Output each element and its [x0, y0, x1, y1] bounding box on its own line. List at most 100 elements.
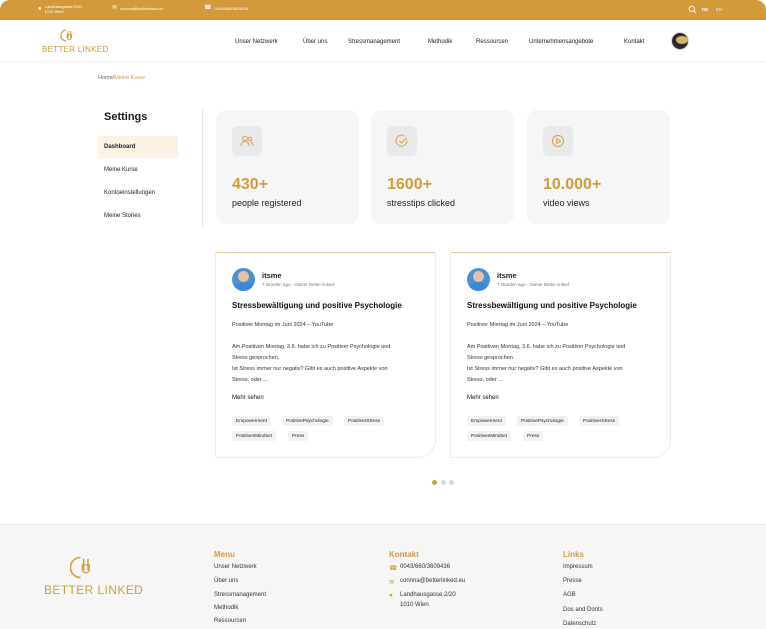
sidebar-item-dashboard[interactable]: Dashboard: [98, 136, 178, 158]
breadcrumb-current: Meine Kurse: [114, 75, 146, 81]
post-author[interactable]: itsme: [262, 271, 282, 280]
post-title[interactable]: Stressbewältigung und positive Psycholog…: [467, 301, 637, 310]
sidebar-item-label: Meine Kurse: [104, 167, 138, 173]
stat-card-stresstips: 1600+ stresstips clicked: [371, 110, 514, 224]
post-body-line: Stress gesprochen.: [232, 355, 280, 361]
nav-methodik[interactable]: Methodik: [428, 39, 452, 45]
phone-icon: ☎: [204, 5, 212, 11]
stat-label: video views: [543, 198, 590, 208]
sidebar-item-kontoeinstellungen[interactable]: Konto­einstellungen: [98, 182, 178, 204]
users-icon: [232, 126, 262, 156]
nav-unternehmensangebote[interactable]: Unternehmensangebote: [529, 39, 593, 45]
nav-kontakt[interactable]: Kontakt: [624, 39, 644, 45]
stat-value: 10.000+: [543, 176, 602, 193]
footer-logo[interactable]: BETTER LINKED: [44, 555, 143, 605]
lang-de-toggle[interactable]: DE: [702, 7, 708, 12]
footer-link[interactable]: Dos and Donts: [563, 607, 603, 613]
topbar-email-link[interactable]: ✉ corinna@betterlinked.eu: [112, 5, 163, 11]
footer-phone[interactable]: ☎ 0043/660/3609436: [389, 564, 450, 572]
mail-icon: ✉: [389, 579, 395, 586]
post-body-line: Stress, oder ...: [467, 377, 503, 383]
topbar-address: ● Landhausgasse 2/20 1010 Wien: [38, 4, 82, 14]
topbar-phone: 0043/660/3609436: [214, 5, 248, 11]
author-avatar: [232, 268, 255, 291]
sidebar-item-meine-kurse[interactable]: Meine Kurse: [98, 159, 178, 181]
logo[interactable]: BETTER LINKED: [42, 28, 108, 56]
author-avatar: [467, 268, 490, 291]
post-body-line: Stress, oder ...: [232, 377, 268, 383]
lang-en-toggle[interactable]: EN: [716, 7, 722, 12]
topbar-phone-link[interactable]: ☎ 0043/660/3609436: [204, 5, 248, 11]
nav-ueber-uns[interactable]: Über uns: [303, 39, 327, 45]
post-body-line: Am Positiven Montag, 3.6. habe ich zu Po…: [467, 344, 626, 350]
settings-title: Settings: [104, 111, 148, 123]
post-author[interactable]: itsme: [497, 271, 517, 280]
footer-menu-link[interactable]: Stressmanagement: [214, 592, 266, 598]
sidebar-item-label: Dashboard: [104, 144, 136, 150]
more-link[interactable]: Mehr sehen: [467, 395, 499, 401]
post-body-line: Am Positiven Montag, 3.6. habe ich zu Po…: [232, 344, 391, 350]
footer-menu-link[interactable]: Unser Netzwerk: [214, 564, 257, 570]
footer: BETTER LINKED Menu Unser Netzwerk Über u…: [0, 524, 766, 629]
stat-value: 430+: [232, 176, 269, 193]
topbar-address-line2: 1010 Wien: [44, 9, 64, 14]
footer-phone-text: 0043/660/3609436: [400, 564, 451, 570]
post-subtitle: Positiver Montag im Juni 2024 – YouTube: [467, 322, 569, 328]
tag[interactable]: Press: [523, 431, 544, 441]
nav-stressmanagement[interactable]: Stressmanagement: [348, 39, 400, 45]
footer-link[interactable]: Datenschutz: [563, 621, 596, 627]
footer-links-title: Links: [563, 550, 584, 559]
stat-label: stresstips clicked: [387, 198, 456, 208]
location-pin-icon: ●: [389, 592, 393, 599]
footer-link[interactable]: AGB: [563, 592, 576, 598]
post-subtitle: Positiver Montag im Juni 2024 – YouTube: [232, 322, 334, 328]
stat-card-registered: 430+ people registered: [216, 110, 359, 224]
footer-menu-link[interactable]: Über uns: [214, 578, 238, 584]
stat-card-video-views: 10.000+ video views: [527, 110, 670, 224]
carousel-dot-1[interactable]: [432, 480, 437, 485]
footer-contact-title: Kontakt: [389, 550, 419, 559]
post-meta: 7 stunden ago - Owner Better linked: [497, 282, 570, 287]
phone-icon: ☎: [389, 565, 398, 572]
footer-address: ● Landhausgasse 2/20 1010 Wien: [389, 592, 456, 610]
tag[interactable]: PositiverStress: [344, 416, 384, 426]
nav-ressourcen[interactable]: Ressourcen: [476, 39, 508, 45]
tag[interactable]: Empowerment: [467, 416, 506, 426]
post-meta: 7 stunden ago - Owner Better linked: [262, 282, 335, 287]
topbar-email: corinna@betterlinked.eu: [120, 5, 164, 11]
logo-mark-icon: [70, 556, 90, 579]
sidebar-item-label: Meine Stories: [104, 213, 141, 219]
tag[interactable]: Press: [288, 431, 309, 441]
post-card[interactable]: itsme 7 stunden ago - Owner Better linke…: [215, 252, 436, 458]
tag[interactable]: PositivesMindset: [467, 431, 511, 441]
carousel-dot-3[interactable]: [449, 480, 454, 485]
footer-email[interactable]: ✉ corinna@betterlinked.eu: [389, 578, 465, 586]
location-pin-icon: ●: [38, 6, 42, 12]
tag[interactable]: PositiverStress: [579, 416, 619, 426]
footer-menu-link[interactable]: Ressourcen: [214, 618, 246, 624]
sidebar-item-meine-stories[interactable]: Meine Stories: [98, 205, 178, 227]
footer-address-lines: Landhausgasse 2/20 1010 Wien: [400, 590, 456, 610]
user-avatar[interactable]: [671, 32, 689, 50]
breadcrumb-home[interactable]: Home/: [98, 75, 114, 81]
stat-label: people registered: [232, 198, 302, 208]
more-link[interactable]: Mehr sehen: [232, 395, 264, 401]
footer-link[interactable]: Presse: [563, 578, 582, 584]
tag[interactable]: PositivesMindset: [232, 431, 276, 441]
tag[interactable]: PositivePsychologie: [282, 416, 333, 426]
footer-menu-link[interactable]: Methodik: [214, 605, 238, 611]
post-body: Am Positiven Montag, 3.6. habe ich zu Po…: [232, 342, 422, 386]
nav-unser-netzwerk[interactable]: Unser Netzwerk: [235, 39, 278, 45]
search-icon[interactable]: [688, 5, 697, 14]
tag[interactable]: Empowerment: [232, 416, 271, 426]
post-body: Am Positiven Montag, 3.6. habe ich zu Po…: [467, 342, 657, 386]
footer-logo-text: BETTER LINKED: [44, 583, 144, 597]
carousel-dot-2[interactable]: [441, 480, 446, 485]
post-title[interactable]: Stressbewältigung und positive Psycholog…: [232, 301, 402, 310]
tag[interactable]: PositivePsychologie: [517, 416, 568, 426]
mail-icon: ✉: [112, 5, 118, 11]
footer-menu-title: Menu: [214, 550, 235, 559]
breadcrumb: Home/Meine Kurse: [98, 75, 145, 81]
footer-link[interactable]: Impressum: [563, 564, 593, 570]
post-card[interactable]: itsme 7 stunden ago - Owner Better linke…: [450, 252, 671, 458]
